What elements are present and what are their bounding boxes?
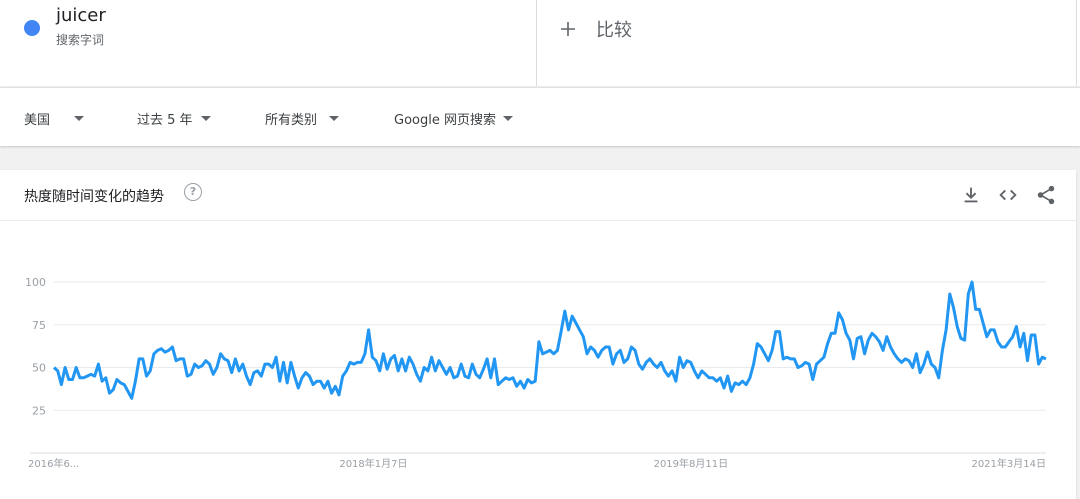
chevron-down-icon [502, 116, 513, 121]
x-tick-label: 2021年3月14日 [971, 457, 1046, 470]
term-type-label: 搜索字词 [56, 33, 105, 47]
time-range-dropdown[interactable]: 过去 5 年 [137, 109, 211, 128]
chevron-down-icon [74, 116, 85, 121]
region-label: 美国 [24, 113, 51, 128]
y-tick-label: 75 [32, 319, 46, 332]
search-term-bar: juicer 搜索字词 比较 [0, 0, 1080, 86]
series-line-juicer[interactable] [52, 280, 1047, 400]
time-range-label: 过去 5 年 [137, 113, 193, 128]
x-tick-label: 2019年8月11日 [654, 457, 729, 470]
chevron-down-icon [200, 116, 211, 121]
region-dropdown[interactable]: 美国 [24, 109, 85, 128]
category-label: 所有类别 [265, 113, 318, 128]
compare-button[interactable]: 比较 [560, 14, 632, 44]
search-type-dropdown[interactable]: Google 网页搜索 [394, 109, 513, 128]
term-color-dot [24, 20, 40, 36]
plus-icon [560, 17, 582, 41]
trend-line-chart: 25 50 75 100 2016年6... 2018年1月7日 2019年8月11日 20… [25, 276, 1047, 470]
interest-over-time-card: 热度随时间变化的趋势 ? 25 50 75 100 2016年6... 2018年1月7… [0, 170, 1076, 499]
compare-label: 比较 [596, 20, 632, 41]
term-name[interactable]: juicer [56, 5, 106, 26]
y-tick-label: 50 [32, 362, 46, 375]
chevron-down-icon [329, 116, 340, 121]
search-type-label: Google 网页搜索 [394, 113, 496, 128]
category-dropdown[interactable]: 所有类别 [265, 109, 340, 128]
filter-bar: 美国 过去 5 年 所有类别 Google 网页搜索 [0, 87, 1080, 146]
x-tick-label: 2018年1月7日 [339, 457, 407, 470]
y-tick-label: 25 [32, 404, 46, 417]
y-tick-label: 100 [25, 276, 46, 289]
x-tick-label: 2016年6... [28, 457, 79, 470]
divider [1076, 0, 1077, 86]
search-term-card[interactable]: juicer 搜索字词 [0, 0, 537, 86]
